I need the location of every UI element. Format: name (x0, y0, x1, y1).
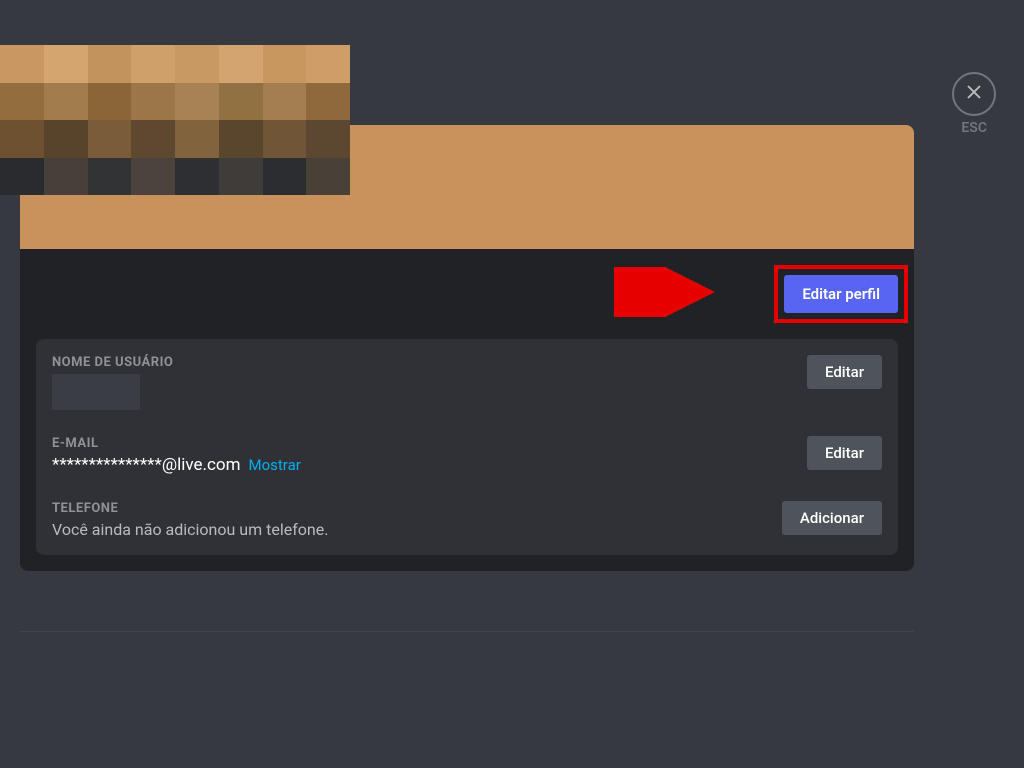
show-email-link[interactable]: Mostrar (248, 456, 300, 474)
phone-value: Você ainda não adicionou um telefone. (52, 520, 782, 539)
avatar-pixelated (20, 125, 350, 195)
close-icon (964, 82, 984, 107)
edit-username-button[interactable]: Editar (807, 355, 882, 389)
close-button[interactable] (952, 72, 996, 116)
section-divider (20, 631, 914, 632)
email-value: ***************@live.com (52, 455, 240, 475)
fields-section: NOME DE USUÁRIO Editar E-MAIL **********… (36, 339, 898, 555)
edit-profile-button[interactable]: Editar perfil (784, 275, 898, 313)
phone-row: TELEFONE Você ainda não adicionou um tel… (52, 501, 882, 539)
arrow-annotation (614, 267, 724, 321)
email-row: E-MAIL ***************@live.com Mostrar … (52, 436, 882, 475)
username-value-hidden (52, 374, 140, 410)
profile-row: Editar perfil (20, 249, 914, 339)
edit-email-button[interactable]: Editar (807, 436, 882, 470)
email-label: E-MAIL (52, 436, 807, 451)
username-label: NOME DE USUÁRIO (52, 355, 807, 370)
account-card: Editar perfil NOME DE USUÁRIO Editar E-M… (20, 125, 914, 571)
add-phone-button[interactable]: Adicionar (782, 501, 882, 535)
username-row: NOME DE USUÁRIO Editar (52, 355, 882, 410)
edit-profile-wrapper: Editar perfil (784, 275, 898, 313)
close-label: ESC (961, 120, 987, 136)
phone-label: TELEFONE (52, 501, 782, 516)
settings-container: ESC Minha conta (0, 0, 1024, 652)
